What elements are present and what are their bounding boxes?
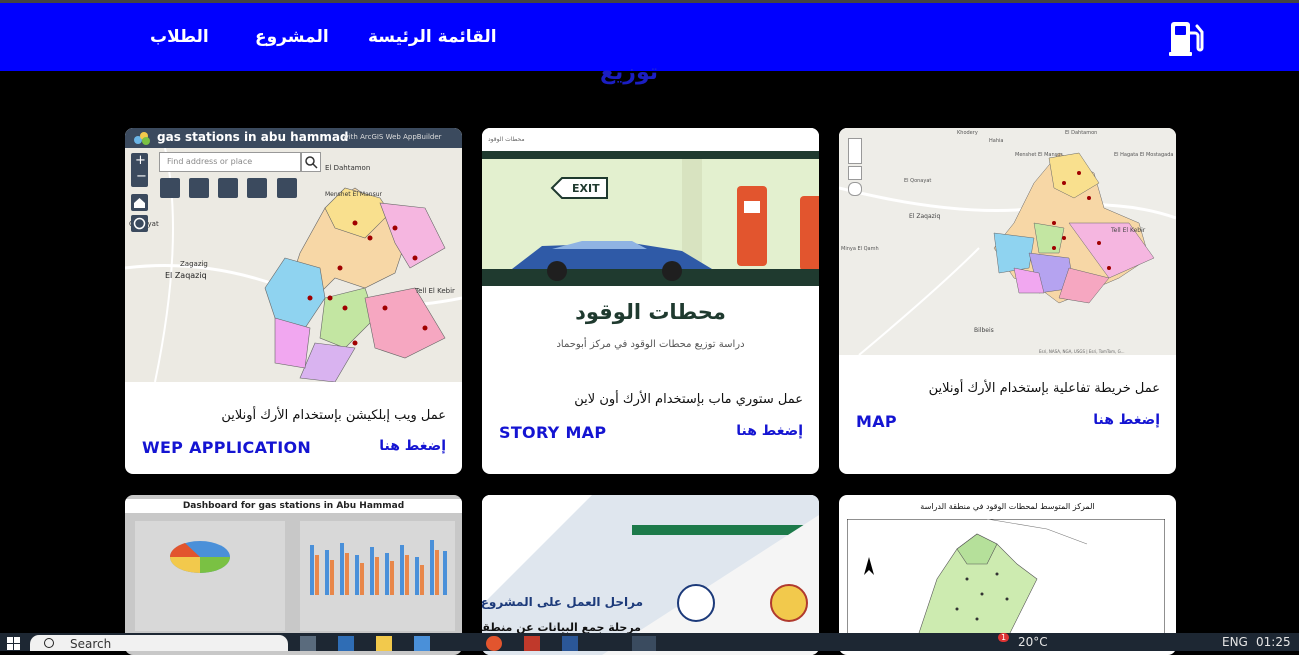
card-type-label: WEP APPLICATION <box>142 438 312 457</box>
svg-text:Tell El Kebir: Tell El Kebir <box>1110 227 1146 234</box>
word-app-icon[interactable] <box>562 636 578 651</box>
webapp-header: gas stations in abu hammad with ArcGIS W… <box>125 128 462 148</box>
interactive-map-thumbnail: Khodery Hahia El Dahtamon Menshet El Man… <box>839 128 1176 355</box>
map-home-icon[interactable] <box>848 166 862 180</box>
clock-time[interactable]: 01:25 <box>1256 635 1291 649</box>
story-map-thumbnail: محطات الوقود EXIT محطات الوقود دراسة توز… <box>482 128 819 378</box>
windows-start-icon[interactable] <box>6 636 22 651</box>
card-description: عمل خريطة تفاعلية بإستخدام الأرك أونلاين <box>928 381 1160 396</box>
webapp-title: gas stations in abu hammad <box>157 130 349 144</box>
layers-widget-icon[interactable] <box>160 178 180 198</box>
card-description: عمل ستوري ماب بإستخدام الأرك أون لاين <box>574 392 803 407</box>
print-widget-icon[interactable] <box>247 178 267 198</box>
locate-icon[interactable] <box>131 215 148 232</box>
interactive-map: Khodery Hahia El Dahtamon Menshet El Man… <box>839 130 1176 355</box>
zoom-controls: + − <box>131 153 148 187</box>
windows-taskbar: Search 1 20°C ENG 01:25 <box>0 633 1299 651</box>
map-zoom-controls[interactable] <box>848 138 862 164</box>
zoom-in-icon[interactable]: + <box>135 153 146 168</box>
card-web-application: gas stations in abu hammad with ArcGIS W… <box>125 128 462 474</box>
draw-widget-icon[interactable] <box>277 178 297 198</box>
click-here-link[interactable]: إضغط هنا <box>736 423 803 439</box>
dashboard-title: Dashboard for gas stations in Abu Hammad <box>125 499 462 513</box>
task-view-icon[interactable] <box>300 636 316 651</box>
section-heading-partial: توزيع <box>600 60 659 85</box>
card-type-label: STORY MAP <box>499 423 607 442</box>
storymap-subtitle: دراسة توزيع محطات الوقود في مركز أبوحماد <box>556 339 745 350</box>
weather-label[interactable]: 20°C <box>1018 635 1048 649</box>
map-label: El Dahtamon <box>325 164 370 172</box>
svg-text:Minya El Qamh: Minya El Qamh <box>841 246 879 252</box>
webapp-builder-label: with ArcGIS Web AppBuilder <box>343 133 442 141</box>
svg-text:Menshet El Mansur: Menshet El Mansur <box>325 191 383 198</box>
card-project-stages: مراحل العمل على المشروع مرحلة جمع البيان… <box>482 495 819 655</box>
card-mean-center-map: المركز المتوسط لمحطات الوقود في منطقة ال… <box>839 495 1176 655</box>
mean-center-title: المركز المتوسط لمحطات الوقود في منطقة ال… <box>920 502 1095 511</box>
nav-link-project[interactable]: المشروع <box>255 27 329 47</box>
search-icon <box>44 638 54 648</box>
map-attribution: Esri, NASA, NGA, USGS | Esri, TomTom, G.… <box>1039 349 1124 354</box>
stages-title: مراحل العمل على المشروع <box>482 595 643 609</box>
webapp-search-input[interactable]: Find address or place <box>159 152 301 172</box>
zoom-out-icon[interactable]: − <box>136 169 147 184</box>
legend-widget-icon[interactable] <box>189 178 209 198</box>
web-app-map-thumbnail: gas stations in abu hammad with ArcGIS W… <box>125 128 462 382</box>
storymap-title: محطات الوقود <box>575 300 726 324</box>
exit-sign: EXIT <box>572 182 600 195</box>
chrome-app-icon[interactable] <box>486 636 502 651</box>
svg-text:Menshet El Mansur: Menshet El Mansur <box>1015 152 1063 158</box>
gas-station-illustration: EXIT <box>482 151 819 286</box>
svg-text:Zagazig: Zagazig <box>180 260 208 268</box>
edge-app-icon[interactable] <box>338 636 354 651</box>
svg-text:El Zaqaziq: El Zaqaziq <box>165 271 207 280</box>
taskbar-search-box[interactable]: Search <box>30 635 288 651</box>
card-story-map: محطات الوقود EXIT محطات الوقود دراسة توز… <box>482 128 819 474</box>
store-app-icon[interactable] <box>414 636 430 651</box>
taskbar-search-label: Search <box>70 637 112 651</box>
file-explorer-icon[interactable] <box>376 636 392 651</box>
active-browser-icon[interactable] <box>632 636 656 651</box>
mean-center-map <box>847 519 1165 639</box>
map-locate-icon[interactable] <box>848 182 862 196</box>
card-type-label: MAP <box>856 412 897 431</box>
arcgis-logo-icon <box>134 132 150 145</box>
card-interactive-map: Khodery Hahia El Dahtamon Menshet El Man… <box>839 128 1176 474</box>
svg-text:Hahia: Hahia <box>989 138 1003 144</box>
svg-text:El Qonayat: El Qonayat <box>904 178 931 184</box>
storymap-header: محطات الوقود <box>488 136 525 143</box>
svg-text:Tell El Kebir: Tell El Kebir <box>414 287 455 295</box>
dashboard-charts <box>135 521 455 631</box>
notification-badge: 1 <box>998 633 1010 642</box>
svg-text:El Zaqaziq: El Zaqaziq <box>909 213 940 220</box>
svg-text:Bilbeis: Bilbeis <box>974 327 994 334</box>
home-icon[interactable] <box>131 194 148 211</box>
svg-text:El Hagata El Mostagada: El Hagata El Mostagada <box>1114 152 1173 158</box>
powerpoint-app-icon[interactable] <box>524 636 540 651</box>
click-here-link[interactable]: إضغط هنا <box>379 438 446 454</box>
nav-link-students[interactable]: الطلاب <box>150 27 209 47</box>
nav-link-home[interactable]: القائمة الرئيسة <box>368 27 497 47</box>
card-dashboard: Dashboard for gas stations in Abu Hammad <box>125 495 462 655</box>
webapp-search-icon[interactable] <box>301 152 321 172</box>
click-here-link[interactable]: إضغط هنا <box>1093 412 1160 428</box>
card-description: عمل ويب إبلكيشن بإستخدام الأرك أونلاين <box>221 408 446 423</box>
language-indicator[interactable]: ENG <box>1222 635 1248 649</box>
svg-text:Khodery: Khodery <box>957 130 978 136</box>
query-widget-icon[interactable] <box>218 178 238 198</box>
fuel-pump-icon[interactable] <box>1166 19 1206 59</box>
svg-text:El Dahtamon: El Dahtamon <box>1065 130 1097 136</box>
